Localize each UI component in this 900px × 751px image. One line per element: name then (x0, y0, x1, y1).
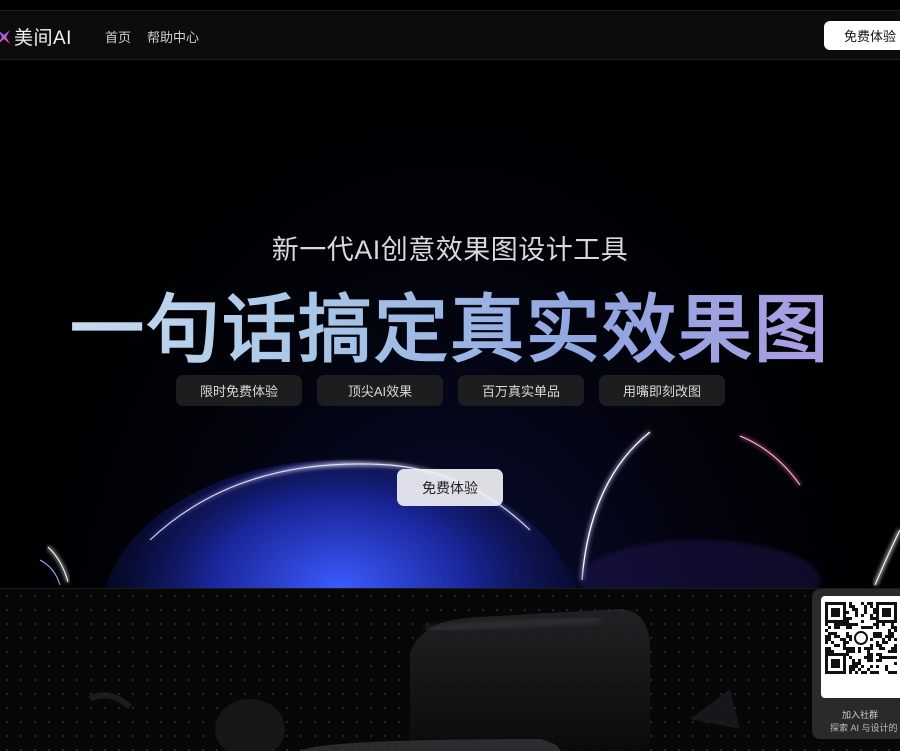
top-navigation-bar: 美间AI 首页 帮助中心 免费体验 (0, 10, 900, 60)
nav-item-help-center[interactable]: 帮助中心 (147, 27, 199, 46)
nav-item-home[interactable]: 首页 (105, 27, 131, 46)
brand-name: 美间AI (14, 28, 72, 49)
hero-subtitle: 新一代AI创意效果图设计工具 (271, 235, 629, 265)
tag-free-trial: 限时免费体验 (176, 375, 302, 406)
main-nav: 首页 帮助中心 (105, 27, 199, 46)
community-qr-widget[interactable]: 加入社群 探索 AI 与设计的 (812, 589, 900, 739)
tag-million-products: 百万真实单品 (458, 375, 584, 406)
qr-label: 加入社群 (841, 710, 878, 720)
tag-voice-edit: 用嘴即刻改图 (599, 375, 725, 406)
hero-headline: 一句话搞定真实效果图 (0, 270, 900, 377)
star-logo-icon (0, 29, 10, 44)
free-trial-button-hero[interactable]: 免费体验 (397, 469, 503, 506)
feature-tags: 限时免费体验 顶尖AI效果 百万真实单品 用嘴即刻改图 (176, 375, 725, 406)
hero-section: 新一代AI创意效果图设计工具 一句话搞定真实效果图 限时免费体验 顶尖AI效果 … (0, 60, 900, 588)
showcase-section (0, 588, 900, 751)
logo[interactable]: 美间AI (0, 23, 72, 50)
tag-top-ai-effect: 顶尖AI效果 (317, 375, 443, 406)
qr-subtext: 探索 AI 与设计的 (830, 723, 898, 733)
free-trial-button-header[interactable]: 免费体验 (824, 21, 900, 50)
showcase-background-art (88, 609, 740, 751)
qr-code-icon (821, 596, 900, 698)
